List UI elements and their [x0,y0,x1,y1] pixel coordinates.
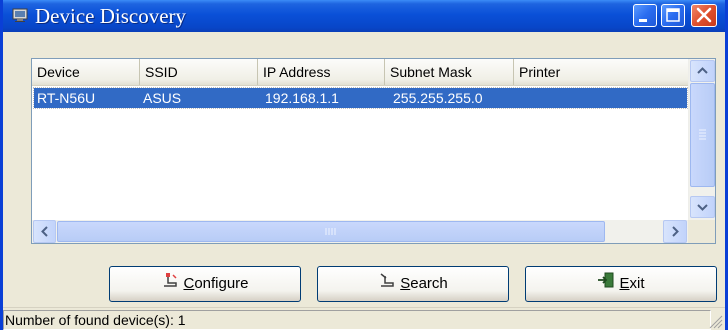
chevron-up-icon [697,67,708,74]
scroll-down-button[interactable] [690,196,715,218]
device-list[interactable]: Device SSID IP Address Subnet Mask Print… [31,58,716,244]
configure-mnemonic: C [183,275,195,292]
search-icon [378,267,396,301]
window-title: Device Discovery [35,4,187,28]
chevron-right-icon [672,226,679,237]
close-button[interactable] [691,4,717,27]
cell-device: RT-N56U [37,90,96,106]
search-button[interactable]: Search [317,266,509,302]
scrollbar-corner [688,220,715,243]
resize-grip-icon[interactable] [707,313,723,329]
vertical-scroll-thumb[interactable] [690,83,715,187]
scroll-left-button[interactable] [33,220,56,243]
maximize-icon [666,8,680,22]
minimize-button[interactable] [633,4,657,27]
configure-icon [161,267,179,301]
column-header-device[interactable]: Device [32,59,140,85]
chevron-down-icon [697,204,708,211]
chevron-left-icon [41,226,48,237]
exit-label: xit [629,275,645,292]
column-header-ssid[interactable]: SSID [140,59,258,85]
minimize-icon [639,19,647,22]
search-mnemonic: S [400,275,411,292]
grip-icon [699,129,706,140]
device-discovery-window: Device Discovery Device SSID IP Address … [0,0,728,330]
column-header-subnet-mask[interactable]: Subnet Mask [385,59,514,85]
column-header-ip-address[interactable]: IP Address [258,59,385,85]
device-discovery-icon [12,7,28,23]
cell-ssid: ASUS [143,90,182,106]
search-label: earch [410,275,448,292]
status-bar: Number of found device(s): 1 [3,307,725,330]
vertical-scrollbar[interactable] [688,59,715,220]
list-header: Device SSID IP Address Subnet Mask Print… [32,59,688,86]
horizontal-scrollbar[interactable] [32,220,688,243]
horizontal-scroll-thumb[interactable] [57,221,605,242]
title-bar[interactable]: Device Discovery [3,0,725,32]
cell-ip-address: 192.168.1.1 [265,90,339,106]
status-text: Number of found device(s): 1 [5,312,186,328]
configure-label: onfigure [194,275,249,292]
exit-button[interactable]: Exit [525,266,717,302]
cell-subnet-mask: 255.255.255.0 [393,90,483,106]
column-header-printer[interactable]: Printer [514,59,688,85]
grip-icon [325,228,336,235]
table-row[interactable]: RT-N56U ASUS 192.168.1.1 255.255.255.0 [33,87,688,109]
scroll-up-button[interactable] [690,60,715,82]
maximize-button[interactable] [661,4,685,27]
exit-mnemonic: E [619,275,630,292]
close-icon [696,7,712,23]
scroll-right-button[interactable] [663,220,687,243]
cell-printer [518,88,521,108]
configure-button[interactable]: Configure [109,266,301,302]
exit-icon [597,267,615,301]
